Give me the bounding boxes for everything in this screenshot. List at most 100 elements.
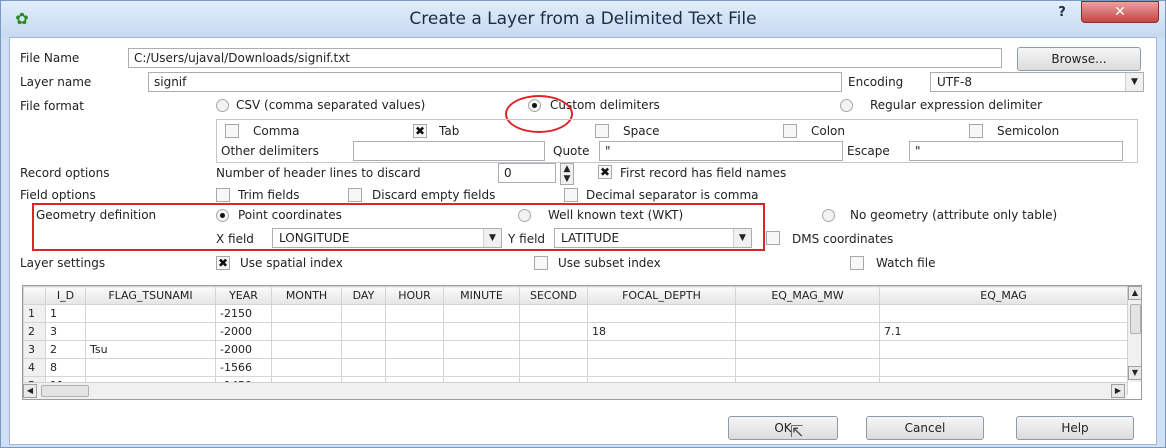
- column-header[interactable]: HOUR: [385, 286, 444, 305]
- subset-index-checkbox[interactable]: [534, 256, 548, 270]
- semicolon-checkbox[interactable]: [969, 124, 983, 138]
- watch-file-checkbox[interactable]: [850, 256, 864, 270]
- layer-name-input[interactable]: signif: [148, 72, 842, 92]
- csv-radio-label[interactable]: CSV (comma separated values): [236, 98, 425, 112]
- semicolon-label[interactable]: Semicolon: [997, 124, 1059, 138]
- escape-label: Escape: [847, 144, 890, 158]
- no-geometry-label[interactable]: No geometry (attribute only table): [850, 208, 1057, 222]
- comma-label[interactable]: Comma: [253, 124, 299, 138]
- column-header[interactable]: YEAR: [215, 286, 272, 305]
- table-row[interactable]: 4 8 -1566: [23, 358, 1128, 377]
- colon-label[interactable]: Colon: [811, 124, 845, 138]
- table-row[interactable]: 1 1 -2150: [23, 304, 1128, 323]
- space-label[interactable]: Space: [623, 124, 660, 138]
- header-lines-label: Number of header lines to discard: [216, 166, 421, 180]
- colon-checkbox[interactable]: [783, 124, 797, 138]
- ok-button[interactable]: OK: [728, 416, 838, 440]
- dms-coordinates-checkbox[interactable]: [766, 231, 780, 245]
- sample-data-table[interactable]: I_D FLAG_TSUNAMI YEAR MONTH DAY HOUR MIN…: [22, 285, 1142, 400]
- row-header[interactable]: 4: [23, 358, 46, 377]
- vertical-scrollbar[interactable]: ▲ ▼: [1127, 286, 1141, 382]
- decimal-comma-checkbox[interactable]: [564, 188, 578, 202]
- column-header[interactable]: FLAG_TSUNAMI: [85, 286, 216, 305]
- column-header[interactable]: EQ_MAG: [879, 286, 1128, 305]
- dms-coordinates-label[interactable]: DMS coordinates: [792, 232, 893, 246]
- column-header[interactable]: EQ_MAG_MW: [735, 286, 880, 305]
- dialog-body: File Name C:/Users/ujaval/Downloads/sign…: [9, 37, 1157, 445]
- table-cell: 18: [587, 322, 736, 341]
- horizontal-scrollbar[interactable]: ◀ ▶: [23, 382, 1127, 399]
- close-button[interactable]: ✕: [1081, 1, 1159, 23]
- tab-checkbox[interactable]: ✖: [413, 124, 427, 138]
- column-header[interactable]: DAY: [341, 286, 386, 305]
- scroll-thumb[interactable]: [41, 385, 89, 397]
- regex-delimiter-radio[interactable]: [840, 99, 853, 112]
- first-record-label[interactable]: First record has field names: [620, 166, 786, 180]
- csv-radio[interactable]: [216, 99, 229, 112]
- escape-input[interactable]: ": [909, 141, 1123, 161]
- table-cell: [385, 340, 444, 359]
- header-lines-spinbox[interactable]: 0: [498, 163, 556, 183]
- table-cell: [341, 358, 386, 377]
- space-checkbox[interactable]: [595, 124, 609, 138]
- table-cell: [587, 358, 736, 377]
- table-cell: [271, 358, 342, 377]
- help-icon[interactable]: ?: [1047, 5, 1077, 25]
- spatial-index-checkbox[interactable]: ✖: [216, 256, 230, 270]
- scroll-up-icon[interactable]: ▲: [1128, 286, 1141, 300]
- other-delimiters-input[interactable]: [353, 141, 545, 161]
- quote-input[interactable]: ": [599, 141, 843, 161]
- table-cell: [443, 358, 520, 377]
- decimal-comma-label[interactable]: Decimal separator is comma: [586, 188, 759, 202]
- column-header[interactable]: MINUTE: [443, 286, 520, 305]
- trim-fields-label[interactable]: Trim fields: [238, 188, 299, 202]
- table-cell: 2: [45, 340, 86, 359]
- row-header[interactable]: 3: [23, 340, 46, 359]
- file-name-input[interactable]: C:/Users/ujaval/Downloads/signif.txt: [128, 48, 1002, 68]
- no-geometry-radio[interactable]: [822, 209, 835, 222]
- scroll-down-icon[interactable]: ▼: [1128, 366, 1141, 380]
- table-cell: [385, 322, 444, 341]
- scroll-right-icon[interactable]: ▶: [1111, 384, 1125, 398]
- field-options-label: Field options: [20, 188, 96, 202]
- watch-file-label[interactable]: Watch file: [876, 256, 935, 270]
- cancel-button[interactable]: Cancel: [866, 416, 984, 440]
- table-cell: [385, 358, 444, 377]
- spatial-index-label[interactable]: Use spatial index: [240, 256, 343, 270]
- help-button[interactable]: Help: [1016, 416, 1134, 440]
- table-cell: Tsu: [85, 340, 216, 359]
- table-cell: 8: [45, 358, 86, 377]
- table-cell: [735, 322, 880, 341]
- browse-button[interactable]: Browse...: [1017, 47, 1141, 71]
- table-cell: -2000: [215, 340, 272, 359]
- row-header[interactable]: 2: [23, 322, 46, 341]
- discard-empty-label[interactable]: Discard empty fields: [372, 188, 495, 202]
- column-header[interactable]: SECOND: [519, 286, 588, 305]
- comma-checkbox[interactable]: [225, 124, 239, 138]
- scroll-thumb[interactable]: [1130, 304, 1141, 334]
- mouse-cursor-icon: ⇱: [790, 422, 804, 441]
- column-header[interactable]: I_D: [45, 286, 86, 305]
- table-cell: [85, 304, 216, 323]
- column-header[interactable]: MONTH: [271, 286, 342, 305]
- scroll-left-icon[interactable]: ◀: [23, 384, 37, 398]
- corner-header[interactable]: [23, 286, 46, 305]
- row-header[interactable]: 1: [23, 304, 46, 323]
- table-cell: 3: [45, 322, 86, 341]
- table-cell: [587, 340, 736, 359]
- encoding-select[interactable]: UTF-8 ▼: [930, 72, 1144, 92]
- discard-empty-checkbox[interactable]: [348, 188, 362, 202]
- table-row[interactable]: 2 3 -2000 18 7.1: [23, 322, 1128, 341]
- table-cell: [341, 304, 386, 323]
- column-header[interactable]: FOCAL_DEPTH: [587, 286, 736, 305]
- trim-fields-checkbox[interactable]: [216, 188, 230, 202]
- table-cell: [519, 304, 588, 323]
- title-bar[interactable]: ✿ Create a Layer from a Delimited Text F…: [1, 1, 1165, 37]
- subset-index-label[interactable]: Use subset index: [558, 256, 661, 270]
- table-row[interactable]: 3 2 Tsu -2000: [23, 340, 1128, 359]
- first-record-checkbox[interactable]: ✖: [598, 165, 612, 179]
- tab-label[interactable]: Tab: [439, 124, 459, 138]
- regex-delimiter-label[interactable]: Regular expression delimiter: [870, 98, 1042, 112]
- spin-arrows-icon[interactable]: ▲ ▼: [560, 163, 574, 185]
- table-cell: [879, 358, 1128, 377]
